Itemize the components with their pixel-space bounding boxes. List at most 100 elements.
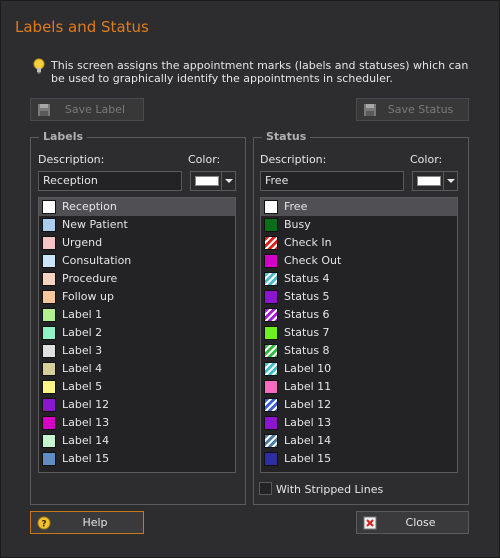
status-color-swatch [417, 176, 441, 186]
labels-item-label: New Patient [62, 218, 128, 231]
stripped-lines-checkbox[interactable] [259, 482, 272, 495]
status-item-label: Status 6 [284, 308, 330, 321]
save-disk-icon [38, 104, 50, 116]
save-status-text: Save Status [387, 103, 454, 116]
status-item-label: Check Out [284, 254, 342, 267]
labels-list-item[interactable]: Label 5 [39, 378, 235, 396]
chevron-down-icon[interactable] [443, 172, 457, 190]
status-description-label: Description: [260, 153, 327, 166]
status-list-item[interactable]: Status 6 [261, 306, 457, 324]
help-button[interactable]: ? Help [30, 511, 144, 534]
labels-list-item[interactable]: Label 1 [39, 306, 235, 324]
status-list-item[interactable]: Status 4 [261, 270, 457, 288]
status-list-item[interactable]: Label 13 [261, 414, 457, 432]
labels-list-item[interactable]: Label 4 [39, 360, 235, 378]
color-swatch [42, 218, 56, 232]
color-swatch [264, 308, 278, 322]
stripped-lines-label: With Stripped Lines [276, 483, 384, 496]
labels-list-item[interactable]: Label 13 [39, 414, 235, 432]
color-swatch [264, 236, 278, 250]
labels-item-label: Label 5 [62, 380, 103, 393]
status-item-label: Label 11 [284, 380, 332, 393]
labels-list-item[interactable]: Label 12 [39, 396, 235, 414]
close-icon [363, 516, 377, 530]
color-swatch [264, 326, 278, 340]
labels-status-window: Labels and Status This screen assigns th… [0, 0, 500, 558]
status-list-item[interactable]: Label 14 [261, 432, 457, 450]
status-description-input[interactable]: Free [260, 171, 404, 191]
labels-color-swatch [195, 176, 219, 186]
status-item-label: Label 12 [284, 398, 332, 411]
color-swatch [42, 416, 56, 430]
status-item-label: Status 7 [284, 326, 330, 339]
color-swatch [42, 200, 56, 214]
status-color-label: Color: [410, 153, 443, 166]
labels-item-label: Label 4 [62, 362, 103, 375]
status-list-item[interactable]: Label 15 [261, 450, 457, 468]
labels-list-item[interactable]: Label 3 [39, 342, 235, 360]
color-swatch [42, 434, 56, 448]
color-swatch [42, 254, 56, 268]
status-item-label: Label 14 [284, 434, 332, 447]
status-group-title: Status [262, 130, 311, 143]
status-list-item[interactable]: Label 10 [261, 360, 457, 378]
status-list[interactable]: Free Busy Check In Check Out Status 4 Status … [260, 197, 458, 473]
close-button[interactable]: Close [356, 511, 469, 534]
color-swatch [264, 200, 278, 214]
save-status-button[interactable]: Save Status [356, 98, 469, 121]
color-swatch [42, 308, 56, 322]
labels-list-item[interactable]: Follow up [39, 288, 235, 306]
status-list-item[interactable]: Status 8 [261, 342, 457, 360]
status-list-item[interactable]: Check In [261, 234, 457, 252]
help-label: Help [82, 516, 108, 529]
color-swatch [42, 236, 56, 250]
labels-description-input[interactable]: Reception [38, 171, 182, 191]
labels-list-item[interactable]: Label 14 [39, 432, 235, 450]
color-swatch [264, 398, 278, 412]
status-list-item[interactable]: Label 11 [261, 378, 457, 396]
labels-item-label: Label 1 [62, 308, 103, 321]
labels-list[interactable]: Reception New Patient Urgend Consultation Pr… [38, 197, 236, 473]
labels-list-item[interactable]: Label 2 [39, 324, 235, 342]
color-swatch [264, 434, 278, 448]
status-list-item[interactable]: Label 12 [261, 396, 457, 414]
labels-list-item[interactable]: Consultation [39, 252, 235, 270]
labels-list-item[interactable]: New Patient [39, 216, 235, 234]
save-label-text: Save Label [64, 103, 126, 116]
labels-item-label: Label 12 [62, 398, 110, 411]
labels-list-item[interactable]: Reception [39, 198, 235, 216]
color-swatch [42, 272, 56, 286]
chevron-down-icon[interactable] [221, 172, 235, 190]
svg-text:?: ? [41, 520, 46, 530]
color-swatch [264, 344, 278, 358]
status-list-item[interactable]: Status 5 [261, 288, 457, 306]
color-swatch [42, 362, 56, 376]
status-list-item[interactable]: Busy [261, 216, 457, 234]
status-item-label: Status 4 [284, 272, 330, 285]
status-list-item[interactable]: Free [261, 198, 457, 216]
status-item-label: Label 15 [284, 452, 332, 465]
labels-list-item[interactable]: Label 15 [39, 450, 235, 468]
status-list-item[interactable]: Check Out [261, 252, 457, 270]
color-swatch [42, 344, 56, 358]
color-swatch [264, 254, 278, 268]
color-swatch [264, 362, 278, 376]
labels-item-label: Label 15 [62, 452, 110, 465]
labels-color-picker[interactable] [190, 171, 236, 191]
labels-list-item[interactable]: Procedure [39, 270, 235, 288]
labels-item-label: Reception [62, 200, 117, 213]
color-swatch [42, 398, 56, 412]
color-swatch [264, 452, 278, 466]
color-swatch [264, 380, 278, 394]
status-list-item[interactable]: Status 7 [261, 324, 457, 342]
labels-list-item[interactable]: Urgend [39, 234, 235, 252]
status-item-label: Status 8 [284, 344, 330, 357]
save-label-button[interactable]: Save Label [30, 98, 144, 121]
labels-item-label: Label 14 [62, 434, 110, 447]
status-color-picker[interactable] [412, 171, 458, 191]
labels-description-label: Description: [38, 153, 105, 166]
labels-color-label: Color: [188, 153, 221, 166]
labels-item-label: Consultation [62, 254, 132, 267]
color-swatch [42, 380, 56, 394]
labels-item-label: Label 2 [62, 326, 103, 339]
